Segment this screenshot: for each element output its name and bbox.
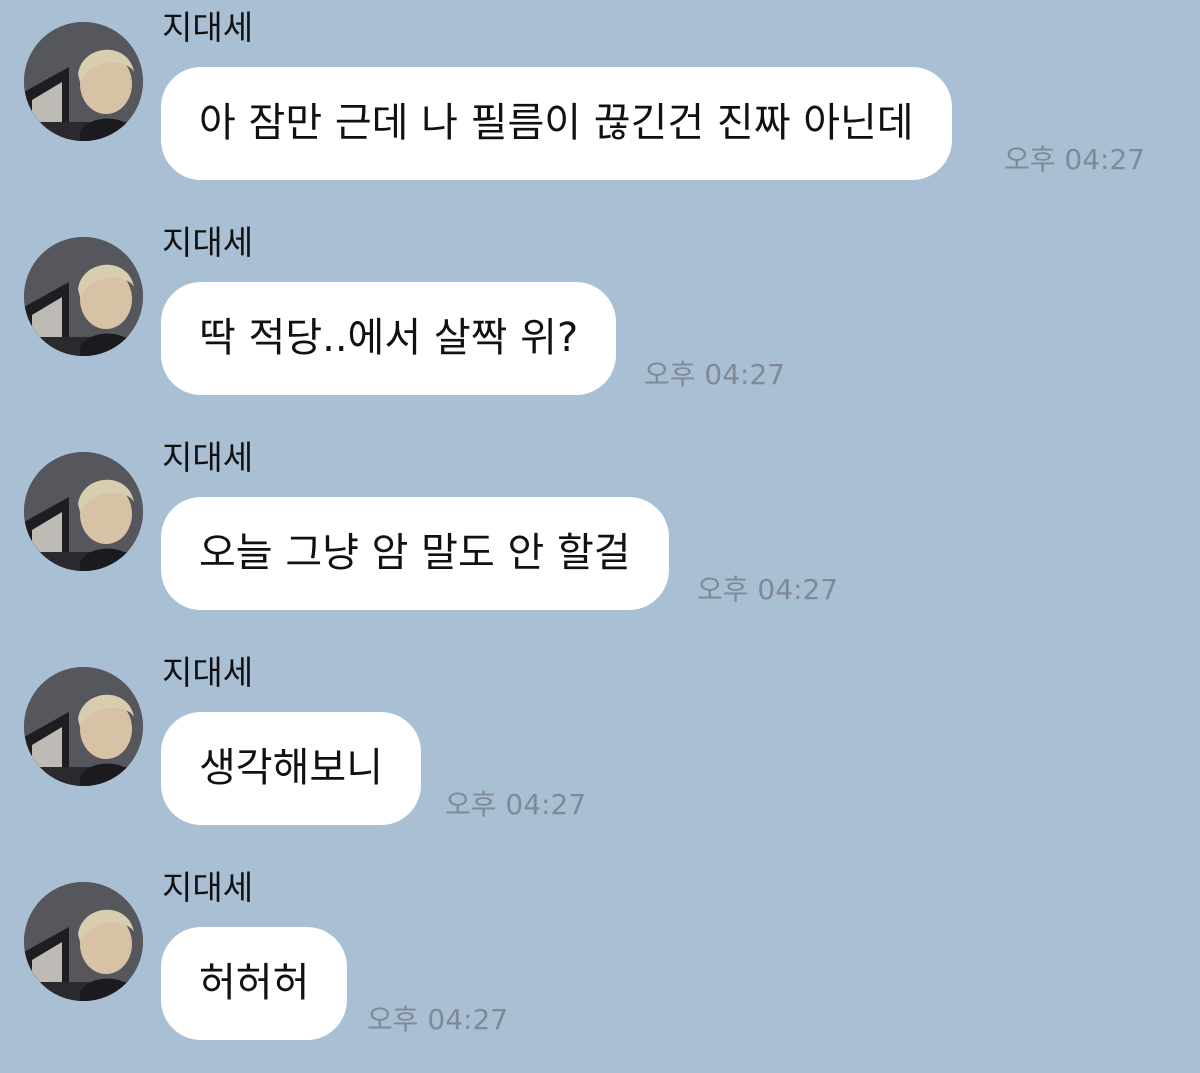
avatar[interactable] <box>24 667 143 786</box>
message-row: 지대세 아 잠만 근데 나 필름이 끊긴건 진짜 아닌데 오후 04:27 <box>0 0 1200 200</box>
sender-name: 지대세 <box>162 653 254 692</box>
message-timestamp: 오후 04:27 <box>445 788 587 821</box>
message-timestamp: 오후 04:27 <box>1004 143 1146 176</box>
sender-name: 지대세 <box>162 438 254 477</box>
avatar[interactable] <box>24 452 143 571</box>
avatar-photo-icon <box>24 22 143 141</box>
message-row: 지대세 오늘 그냥 암 말도 안 할걸 오후 04:27 <box>0 430 1200 630</box>
avatar[interactable] <box>24 237 143 356</box>
message-timestamp: 오후 04:27 <box>644 358 786 391</box>
message-timestamp: 오후 04:27 <box>697 573 839 606</box>
avatar-photo-icon <box>24 237 143 356</box>
message-bubble[interactable]: 오늘 그냥 암 말도 안 할걸 <box>161 497 669 610</box>
message-row: 지대세 딱 적당..에서 살짝 위? 오후 04:27 <box>0 215 1200 415</box>
sender-name: 지대세 <box>162 223 254 262</box>
message-bubble[interactable]: 아 잠만 근데 나 필름이 끊긴건 진짜 아닌데 <box>161 67 952 180</box>
avatar-photo-icon <box>24 882 143 1001</box>
message-row: 지대세 생각해보니 오후 04:27 <box>0 645 1200 845</box>
avatar[interactable] <box>24 882 143 1001</box>
chat-message-list[interactable]: 지대세 아 잠만 근데 나 필름이 끊긴건 진짜 아닌데 오후 04:27 지대… <box>0 0 1200 1073</box>
message-bubble[interactable]: 딱 적당..에서 살짝 위? <box>161 282 617 395</box>
sender-name: 지대세 <box>162 868 254 907</box>
avatar[interactable] <box>24 22 143 141</box>
message-bubble[interactable]: 생각해보니 <box>161 712 421 825</box>
sender-name: 지대세 <box>162 8 254 47</box>
message-timestamp: 오후 04:27 <box>367 1003 509 1036</box>
message-bubble[interactable]: 허허허 <box>161 927 348 1040</box>
avatar-photo-icon <box>24 452 143 571</box>
avatar-photo-icon <box>24 667 143 786</box>
message-row: 지대세 허허허 오후 04:27 <box>0 860 1200 1060</box>
